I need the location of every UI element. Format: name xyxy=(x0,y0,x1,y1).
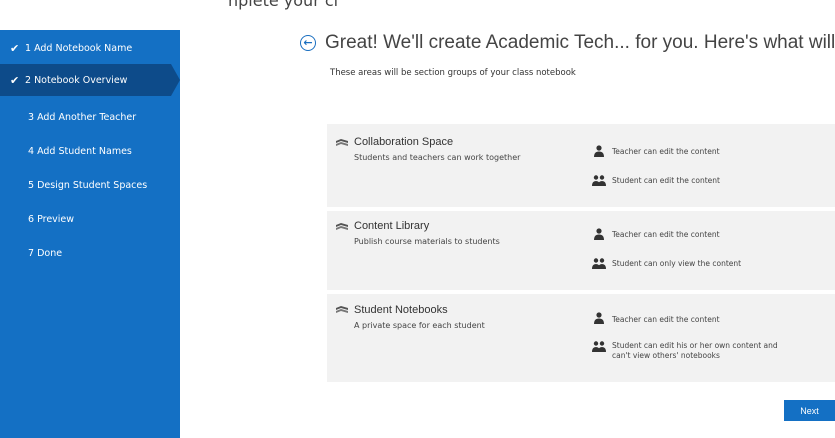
section-description: Publish course materials to students xyxy=(354,237,500,246)
section-group-icon xyxy=(336,223,348,230)
section-description: A private space for each student xyxy=(354,321,485,330)
back-arrow-circle-icon[interactable]: ← xyxy=(300,35,316,51)
section-divider xyxy=(327,290,835,294)
students-group-icon xyxy=(592,258,606,269)
section-group-icon xyxy=(336,306,348,313)
sidebar-step-2[interactable]: ✔ 2 Notebook Overview xyxy=(0,64,180,96)
students-group-icon xyxy=(592,175,606,186)
next-button[interactable]: Next xyxy=(784,400,835,421)
student-permission: Student can edit the content xyxy=(612,176,720,185)
page-title: Great! We'll create Academic Tech... for… xyxy=(325,32,835,53)
checkmark-icon: ✔ xyxy=(10,41,20,55)
student-permission: Student can only view the content xyxy=(612,259,742,268)
page-subtitle: These areas will be section groups of yo… xyxy=(330,68,576,78)
teacher-permission: Teacher can edit the content xyxy=(612,230,720,239)
sidebar-step-3[interactable]: 3 Add Another Teacher xyxy=(0,101,180,133)
section-title: Student Notebooks xyxy=(354,304,448,316)
sidebar-step-4[interactable]: 4 Add Student Names xyxy=(0,135,180,167)
section-group-icon xyxy=(336,139,348,146)
step-label: 2 Notebook Overview xyxy=(25,74,128,86)
section-groups-panel: Collaboration Space Students and teacher… xyxy=(327,124,835,382)
steps-sidebar: ✔ 1 Add Notebook Name ✔ 2 Notebook Overv… xyxy=(0,30,180,438)
step-label: 4 Add Student Names xyxy=(28,145,132,157)
section-title: Content Library xyxy=(354,220,430,232)
checkmark-icon: ✔ xyxy=(10,73,20,87)
section-description: Students and teachers can work together xyxy=(354,153,521,162)
step-label: 3 Add Another Teacher xyxy=(28,111,137,123)
sidebar-step-5[interactable]: 5 Design Student Spaces xyxy=(0,169,180,201)
section-title: Collaboration Space xyxy=(354,136,454,148)
step-label: 7 Done xyxy=(28,247,63,259)
teacher-person-icon xyxy=(594,145,604,157)
students-group-icon xyxy=(592,341,606,352)
step-label: 5 Design Student Spaces xyxy=(28,179,148,191)
partial-top-text: nplete your cl xyxy=(228,0,339,10)
teacher-permission: Teacher can edit the content xyxy=(612,315,720,324)
sidebar-step-7[interactable]: 7 Done xyxy=(0,237,180,269)
step-label: 1 Add Notebook Name xyxy=(25,42,133,54)
student-permission: Student can edit his or her own content … xyxy=(612,341,778,350)
teacher-person-icon xyxy=(594,312,604,324)
teacher-permission: Teacher can edit the content xyxy=(612,147,720,156)
sidebar-step-1[interactable]: ✔ 1 Add Notebook Name xyxy=(0,32,180,64)
section-divider xyxy=(327,207,835,211)
student-permission-continued: can't view others' notebooks xyxy=(612,351,720,360)
step-label: 6 Preview xyxy=(28,213,75,225)
teacher-person-icon xyxy=(594,228,604,240)
sidebar-step-6[interactable]: 6 Preview xyxy=(0,203,180,235)
